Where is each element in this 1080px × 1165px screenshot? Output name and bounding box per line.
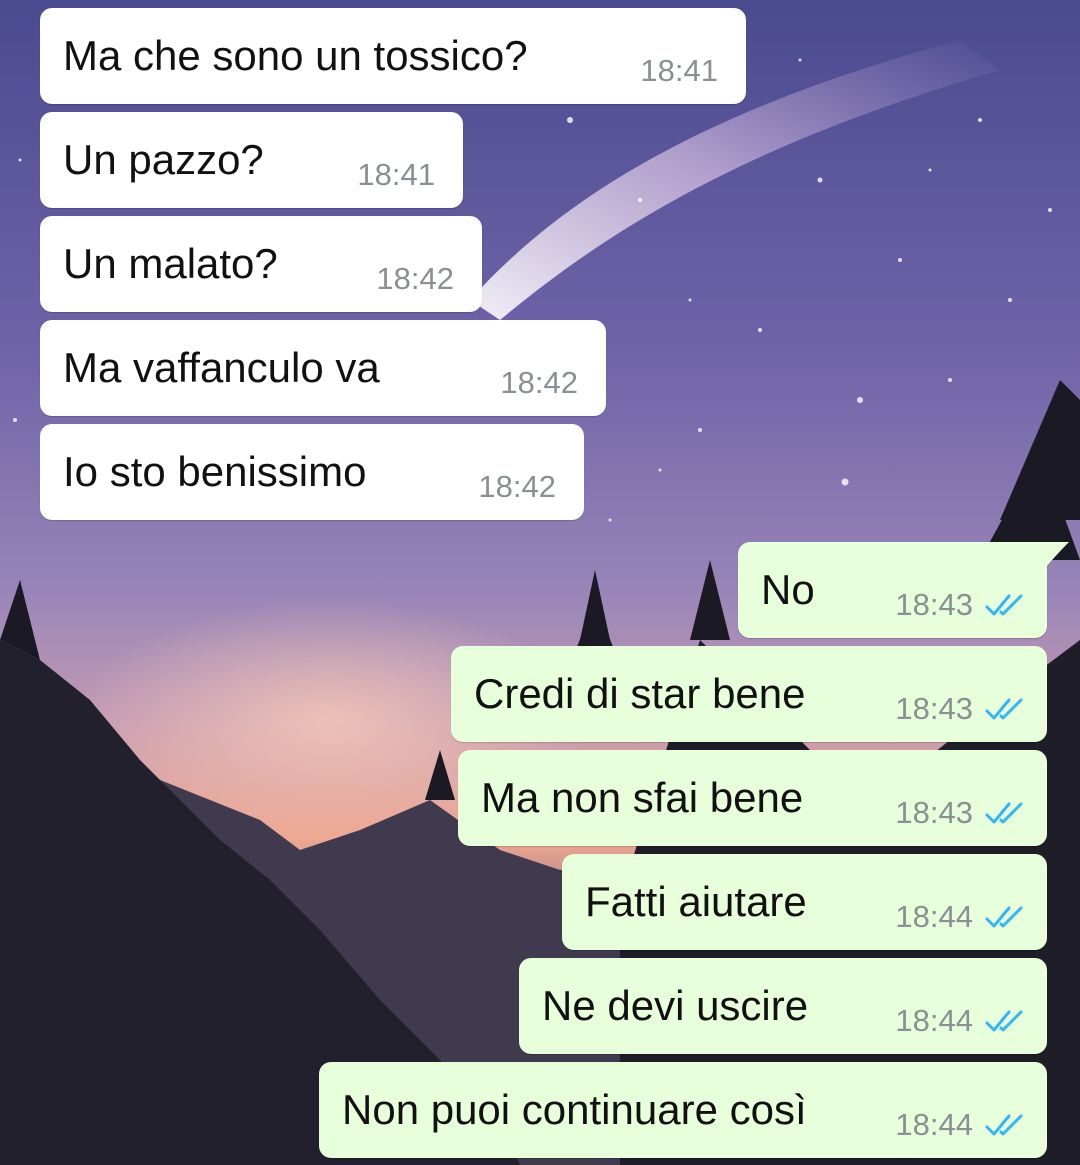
- incoming-message-bubble[interactable]: Ma che sono un tossico? 18:41: [40, 8, 746, 104]
- outgoing-message-bubble[interactable]: Credi di star bene 18:43: [451, 646, 1047, 742]
- outgoing-message-bubble[interactable]: Ma non sfai bene 18:43: [458, 750, 1047, 846]
- double-check-read-icon: [985, 1114, 1023, 1136]
- message-text: Un malato?: [63, 240, 278, 287]
- bubble-tail-icon: [1045, 542, 1069, 568]
- message-time: 18:44: [895, 1003, 973, 1038]
- message-time: 18:42: [478, 469, 556, 504]
- message-time: 18:44: [895, 1107, 973, 1142]
- message-time: 18:42: [376, 261, 454, 296]
- message-meta: 18:42: [500, 366, 578, 400]
- message-text: Fatti aiutare: [585, 878, 807, 925]
- message-time: 18:41: [640, 53, 718, 88]
- message-time: 18:41: [357, 157, 435, 192]
- message-meta: 18:41: [640, 54, 718, 88]
- incoming-message-bubble[interactable]: Ma vaffanculo va 18:42: [40, 320, 606, 416]
- message-meta: 18:43: [895, 692, 1025, 726]
- message-text: Ne devi uscire: [542, 982, 809, 1029]
- message-text: Ma vaffanculo va: [63, 344, 380, 391]
- message-meta: 18:41: [357, 158, 435, 192]
- double-check-read-icon: [985, 594, 1023, 616]
- message-meta: 18:42: [478, 470, 556, 504]
- outgoing-message-bubble[interactable]: Ne devi uscire 18:44: [519, 958, 1047, 1054]
- message-time: 18:44: [895, 899, 973, 934]
- message-text: Io sto benissimo: [63, 448, 367, 495]
- message-time: 18:43: [895, 795, 973, 830]
- message-text: Ma che sono un tossico?: [63, 32, 528, 79]
- double-check-read-icon: [985, 802, 1023, 824]
- message-time: 18:43: [895, 691, 973, 726]
- message-text: Non puoi continuare così: [342, 1086, 807, 1133]
- incoming-message-bubble[interactable]: Un malato? 18:42: [40, 216, 482, 312]
- message-meta: 18:44: [895, 1004, 1025, 1038]
- double-check-read-icon: [985, 906, 1023, 928]
- double-check-read-icon: [985, 698, 1023, 720]
- message-meta: 18:42: [376, 262, 454, 296]
- message-time: 18:42: [500, 365, 578, 400]
- message-meta: 18:44: [895, 900, 1025, 934]
- message-text: Un pazzo?: [63, 136, 264, 183]
- message-meta: 18:44: [895, 1108, 1025, 1142]
- outgoing-message-bubble[interactable]: No 18:43: [738, 542, 1069, 638]
- outgoing-message-bubble[interactable]: Fatti aiutare 18:44: [562, 854, 1047, 950]
- double-check-read-icon: [985, 1010, 1023, 1032]
- message-text: No: [761, 566, 815, 613]
- message-time: 18:43: [895, 587, 973, 622]
- message-text: Credi di star bene: [474, 670, 806, 717]
- message-meta: 18:43: [895, 588, 1025, 622]
- incoming-message-bubble[interactable]: Io sto benissimo 18:42: [40, 424, 584, 520]
- outgoing-message-bubble[interactable]: Non puoi continuare così 18:44: [319, 1062, 1047, 1158]
- message-text: Ma non sfai bene: [481, 774, 804, 821]
- message-meta: 18:43: [895, 796, 1025, 830]
- incoming-message-bubble[interactable]: Un pazzo? 18:41: [40, 112, 463, 208]
